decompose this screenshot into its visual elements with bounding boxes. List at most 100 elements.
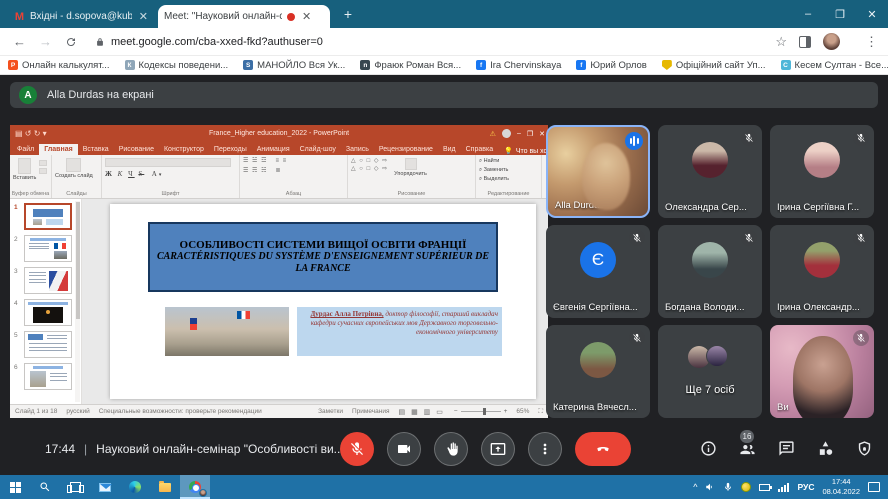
camera-button[interactable] xyxy=(387,432,421,466)
bookmark-item[interactable]: PОнлайн калькулят... xyxy=(8,60,110,71)
fit-slide-icon[interactable]: ⛶ xyxy=(538,408,543,416)
network-icon[interactable] xyxy=(778,483,789,492)
bookmark-item[interactable]: fIra Chervinskaya xyxy=(476,60,561,71)
antivirus-tray-icon[interactable] xyxy=(741,482,751,492)
forward-icon[interactable]: → xyxy=(39,34,52,49)
participant-tile[interactable]: Олександра Сер... xyxy=(658,125,762,218)
slide-thumbnail-panel[interactable]: 123456 xyxy=(10,199,82,404)
ribbon-group-5[interactable]: △ ○ □ ◇ ⇨△ ○ □ ◇ ⇨УпорядочитьРисование xyxy=(348,155,476,198)
notes-button[interactable]: Заметки xyxy=(318,408,343,415)
tray-mic-icon[interactable] xyxy=(723,482,733,492)
participant-tile[interactable]: Ви xyxy=(770,325,874,418)
slide-title-box[interactable]: ОСОБЛИВОСТІ СИСТЕМИ ВИЩОЇ ОСВІТИ ФРАНЦІЇ… xyxy=(148,222,497,292)
new-tab-button[interactable]: + xyxy=(338,6,358,22)
browser-menu-icon[interactable]: ⋮ xyxy=(865,34,878,50)
omnibox[interactable]: meet.google.com/cba-xxed-fkd?authuser=0 xyxy=(95,36,762,48)
ppt-ribbon-tab[interactable]: Файл xyxy=(12,144,39,155)
tab-close-icon[interactable]: ✕ xyxy=(300,10,311,23)
thumbnail-scrollbar[interactable] xyxy=(75,201,80,402)
raise-hand-button[interactable] xyxy=(434,432,468,466)
file-explorer-icon[interactable] xyxy=(150,475,180,499)
activities-icon[interactable] xyxy=(815,439,835,459)
ppt-maximize-button[interactable]: ❐ xyxy=(527,130,533,138)
meeting-details-icon[interactable] xyxy=(698,439,718,459)
close-button[interactable]: ✕ xyxy=(856,0,888,28)
reload-icon[interactable] xyxy=(65,36,77,48)
minimize-button[interactable]: – xyxy=(792,0,824,28)
ppt-ribbon-tab[interactable]: Анимация xyxy=(252,144,295,155)
bookmark-item[interactable]: SМАНОЙЛО Вся Ук... xyxy=(243,60,345,71)
ppt-close-button[interactable]: ✕ xyxy=(539,130,545,138)
slide-thumbnail-1[interactable]: 1 xyxy=(10,201,81,233)
ribbon-group-6[interactable]: ⌕ Найти⌕ Заменить⌕ ВыделитьРедактировани… xyxy=(476,155,542,198)
end-call-button[interactable] xyxy=(575,432,631,466)
slide-thumbnail-5[interactable]: 5 xyxy=(10,329,81,361)
participant-tile[interactable]: Ще 7 осіб xyxy=(658,325,762,418)
browser-tab[interactable]: ▶Meet: "Науковий онлайн-се✕ xyxy=(158,5,330,28)
chrome-app-icon[interactable] xyxy=(180,475,210,499)
tab-close-icon[interactable]: ✕ xyxy=(137,10,148,23)
ppt-ribbon-tab[interactable]: Вид xyxy=(438,144,461,155)
bookmark-item[interactable]: fЮрий Орлов xyxy=(576,60,646,71)
language-switcher[interactable]: РУС xyxy=(797,482,814,492)
participant-tile[interactable]: Ірина Сергіївна Г... xyxy=(770,125,874,218)
chat-icon[interactable] xyxy=(776,439,796,459)
bookmark-item[interactable]: nФраюк Роман Вся... xyxy=(360,60,461,71)
url-text[interactable]: meet.google.com/cba-xxed-fkd?authuser=0 xyxy=(111,36,323,48)
zoom-level[interactable]: 65% xyxy=(516,408,529,415)
accessibility-check[interactable]: Специальные возможности: проверьте реком… xyxy=(99,408,262,415)
ppt-ribbon-tab[interactable]: Рисование xyxy=(114,144,159,155)
ppt-ribbon-tab[interactable]: Главная xyxy=(39,144,77,155)
bookmark-star-icon[interactable]: ☆ xyxy=(775,34,787,50)
participant-tile[interactable]: Катерина Вячесл... xyxy=(546,325,650,418)
more-options-button[interactable] xyxy=(528,432,562,466)
bookmark-item[interactable]: Офіційний сайт Уп... xyxy=(662,60,766,71)
taskbar-search-icon[interactable] xyxy=(30,475,60,499)
volume-icon[interactable] xyxy=(705,482,715,492)
ppt-ribbon-tab[interactable]: Рецензирование xyxy=(374,144,438,155)
ribbon-group-2[interactable]: Создать слайдСлайды xyxy=(52,155,102,198)
hidden-icons-chevron[interactable]: ^ xyxy=(693,482,697,492)
slide-thumbnail-4[interactable]: 4 xyxy=(10,297,81,329)
ribbon-group-3[interactable]: Ж К Ч S A▾Шрифт xyxy=(102,155,240,198)
action-center-icon[interactable] xyxy=(868,482,880,492)
slide-thumbnail-3[interactable]: 3 xyxy=(10,265,81,297)
edge-app-icon[interactable] xyxy=(120,475,150,499)
slide-author-box[interactable]: Дурдас Алла Петрівна, доктор філософії, … xyxy=(297,307,501,356)
participant-tile[interactable]: Ірина Олександр... xyxy=(770,225,874,318)
ppt-ribbon-tab[interactable]: Переходы xyxy=(209,144,252,155)
side-panel-icon[interactable] xyxy=(799,36,811,48)
ribbon-group-1[interactable]: ВставитьБуфер обмена xyxy=(10,155,52,198)
ppt-minimize-button[interactable]: – xyxy=(517,130,521,137)
bookmark-item[interactable]: ККодексы поведени... xyxy=(125,60,229,71)
participant-tile[interactable]: Alla Durdas xyxy=(546,125,650,218)
back-icon[interactable]: ← xyxy=(13,34,26,49)
browser-tab[interactable]: MВхідні - d.sopova@kubg.edu.ua✕ xyxy=(8,5,154,28)
people-icon[interactable]: 16 xyxy=(737,439,757,459)
slide-thumbnail-6[interactable]: 6 xyxy=(10,361,81,393)
bookmark-item[interactable]: CКесем Султан - Все... xyxy=(781,60,888,71)
start-button[interactable] xyxy=(0,475,30,499)
comments-button[interactable]: Примечания xyxy=(352,408,390,415)
participant-tile[interactable]: ЄЄвгенія Сергіївна... xyxy=(546,225,650,318)
present-button[interactable] xyxy=(481,432,515,466)
mic-off-button[interactable] xyxy=(340,432,374,466)
language-indicator[interactable]: русский xyxy=(66,408,89,415)
host-controls-icon[interactable] xyxy=(854,439,874,459)
profile-avatar[interactable] xyxy=(823,33,840,50)
ppt-ribbon-tab[interactable]: Запись xyxy=(341,144,374,155)
ppt-ribbon-tab[interactable]: Конструктор xyxy=(159,144,209,155)
view-mode-icons[interactable]: ▤ ▦ ▥ ▭ xyxy=(399,408,445,416)
battery-icon[interactable] xyxy=(759,484,770,491)
slide-building-photo[interactable] xyxy=(165,307,289,356)
mail-app-icon[interactable] xyxy=(90,475,120,499)
ppt-ribbon-tab[interactable]: Слайд-шоу xyxy=(295,144,341,155)
maximize-button[interactable]: ❐ xyxy=(824,0,856,28)
ppt-ribbon-tab[interactable]: Вставка xyxy=(78,144,114,155)
participant-tile[interactable]: Богдана Володи... xyxy=(658,225,762,318)
task-view-icon[interactable] xyxy=(60,475,90,499)
zoom-slider[interactable]: −+ xyxy=(454,408,508,415)
ribbon-group-4[interactable]: ☰ ☱ ☲ ≡ ≡☰ ☴ ☵ ≣Абзац xyxy=(240,155,348,198)
taskbar-clock[interactable]: 17:4408.04.2022 xyxy=(822,477,860,497)
ppt-ribbon-tab[interactable]: Справка xyxy=(461,144,498,155)
